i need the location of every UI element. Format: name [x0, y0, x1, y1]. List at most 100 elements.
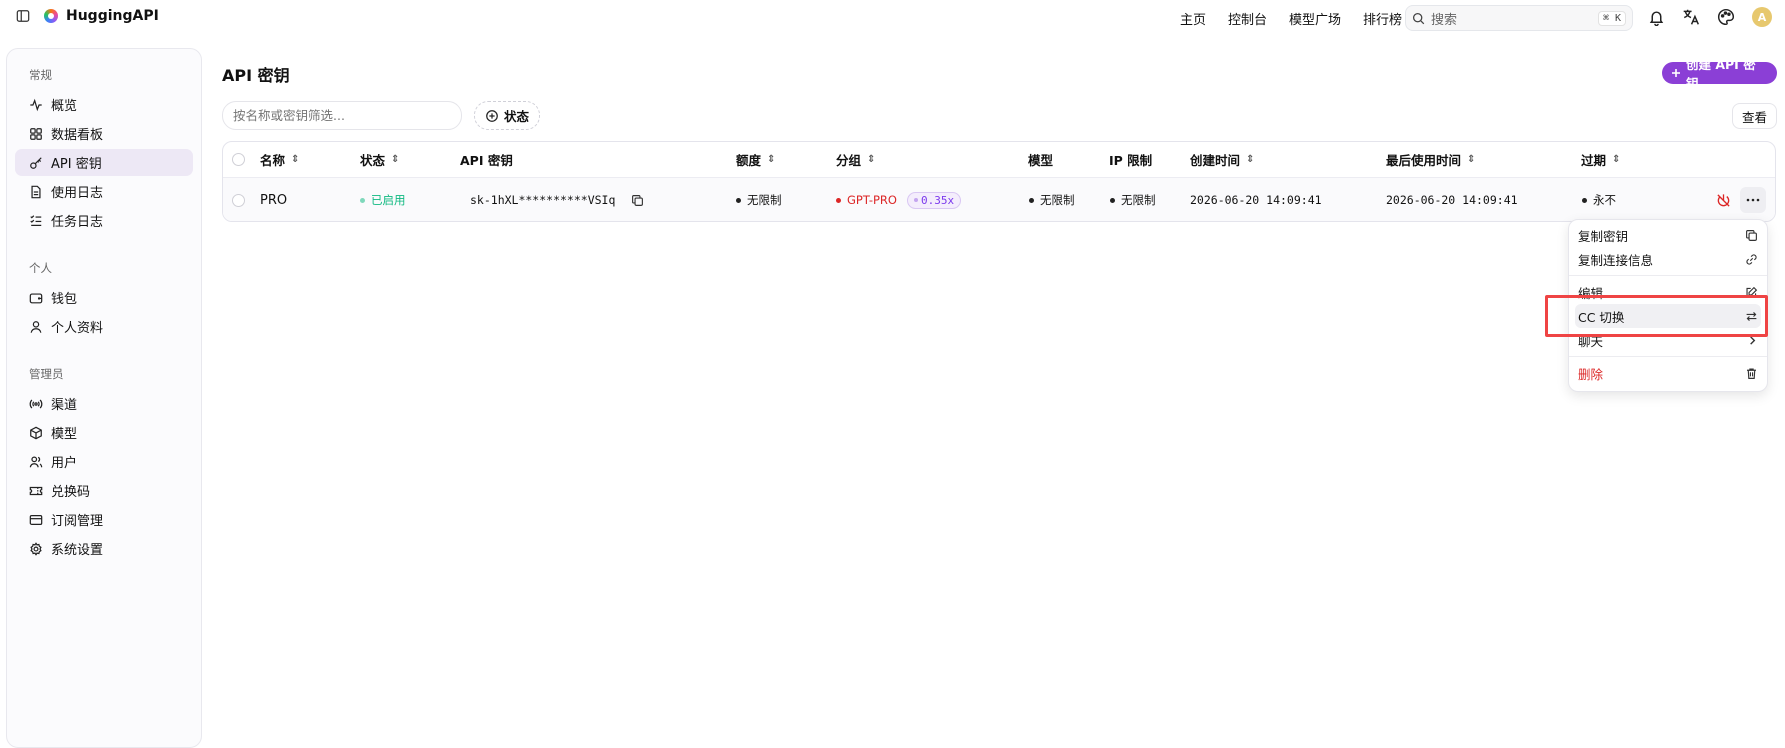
column-header-expires[interactable]: 过期 ⇕: [1581, 142, 1620, 177]
menu-item-label: CC 切换: [1578, 309, 1625, 325]
model-cell: 无限制: [1029, 178, 1075, 221]
sidebar-item-wallet[interactable]: 钱包: [15, 284, 193, 311]
search-placeholder: 搜索: [1431, 12, 1458, 28]
status-dot: [360, 197, 365, 203]
log-icon: [29, 185, 43, 199]
bell-icon[interactable]: [1648, 9, 1665, 26]
row-checkbox[interactable]: [232, 193, 245, 207]
avatar[interactable]: A: [1752, 7, 1772, 27]
ratio-dot: [913, 198, 918, 202]
menu-item-chat[interactable]: 聊天: [1575, 328, 1761, 352]
sort-icon: ⇕: [1467, 154, 1476, 165]
group-dot: [836, 197, 841, 203]
sidebar-item-models[interactable]: 模型: [15, 419, 193, 446]
menu-item-label: 编辑: [1578, 285, 1604, 301]
ticket-icon: [29, 484, 43, 498]
table-header: 名称 ⇕ 状态 ⇕ API 密钥 额度 ⇕ 分组 ⇕ 模型 IP 限制 创建时间 ⇕ 最后…: [223, 142, 1775, 178]
menu-divider: [1569, 275, 1767, 276]
column-header-group[interactable]: 分组 ⇕: [836, 142, 875, 177]
nav-home[interactable]: 主页: [1180, 9, 1206, 28]
created-time: 2026-06-20 14:09:41: [1190, 193, 1322, 207]
sidebar-group-label: 常规: [29, 68, 52, 82]
ratio-badge: 0.35x: [906, 191, 962, 209]
column-label: 名称: [260, 153, 286, 168]
menu-item-delete[interactable]: 删除: [1575, 361, 1761, 385]
view-button[interactable]: 查看: [1732, 103, 1777, 129]
sidebar-item-overview[interactable]: 概览: [15, 91, 193, 118]
plus-circle-icon: [485, 109, 499, 123]
translate-icon[interactable]: [1682, 8, 1700, 26]
sidebar-item-label: API 密钥: [51, 157, 102, 172]
sidebar-item-dashboard[interactable]: 数据看板: [15, 120, 193, 147]
sidebar-item-profile[interactable]: 个人资料: [15, 313, 193, 340]
column-header-created[interactable]: 创建时间 ⇕: [1190, 142, 1254, 177]
column-header-api-key: API 密钥: [460, 142, 513, 177]
sidebar-toggle-icon[interactable]: [16, 9, 30, 23]
quota-cell: 无限制: [736, 178, 782, 221]
users-icon: [29, 455, 43, 469]
search-box[interactable]: 搜索 ⌘ K: [1405, 5, 1633, 31]
nav-console[interactable]: 控制台: [1228, 9, 1267, 28]
app-name: HuggingAPI: [66, 8, 159, 24]
sidebar-item-task-logs[interactable]: 任务日志: [15, 207, 193, 234]
api-key-value: sk-1hXL**********VSIq: [470, 193, 616, 207]
top-bar: HuggingAPI 主页 控制台 模型广场 排行榜 搜索 ⌘ K A: [0, 0, 1785, 36]
menu-item-cc-switch[interactable]: CC 切换: [1575, 304, 1761, 328]
status-filter-button[interactable]: 状态: [474, 101, 541, 130]
activity-icon: [29, 98, 43, 112]
app-logo[interactable]: HuggingAPI: [44, 8, 159, 24]
sidebar-item-channels[interactable]: 渠道: [15, 390, 193, 417]
menu-item-copy-key[interactable]: 复制密钥: [1575, 223, 1761, 247]
plus-icon: [1671, 68, 1681, 78]
column-header-last-used[interactable]: 最后使用时间 ⇕: [1386, 142, 1475, 177]
column-label: 创建时间: [1190, 153, 1241, 168]
column-header-name[interactable]: 名称 ⇕: [260, 142, 299, 177]
sort-icon: ⇕: [1612, 154, 1621, 165]
sidebar-item-label: 兑换码: [51, 485, 91, 500]
menu-item-copy-connection[interactable]: 复制连接信息: [1575, 247, 1761, 271]
column-label: 模型: [1028, 153, 1054, 168]
expires-cell: 永不: [1582, 178, 1616, 221]
sidebar-item-subscriptions[interactable]: 订阅管理: [15, 506, 193, 533]
table-row[interactable]: PRO 已启用 sk-1hXL**********VSIq 无限制 GPT-PR…: [223, 178, 1775, 221]
broadcast-icon: [29, 397, 43, 411]
search-icon: [1412, 12, 1425, 25]
menu-item-label: 复制连接信息: [1578, 252, 1654, 268]
user-icon: [29, 320, 43, 334]
column-label: 过期: [1581, 153, 1607, 168]
quota-value: 无限制: [747, 193, 782, 207]
disable-key-icon[interactable]: [1716, 178, 1731, 221]
create-api-key-label: 创建 API 密钥: [1686, 57, 1756, 91]
sidebar-item-usage-logs[interactable]: 使用日志: [15, 178, 193, 205]
menu-item-label: 复制密钥: [1578, 228, 1629, 244]
sort-icon: ⇕: [291, 154, 300, 165]
column-label: IP 限制: [1109, 153, 1153, 168]
sidebar-item-api-keys[interactable]: API 密钥: [15, 149, 193, 176]
cube-icon: [29, 426, 43, 440]
status-badge: 已启用: [360, 178, 406, 221]
create-api-key-button[interactable]: 创建 API 密钥: [1662, 57, 1777, 91]
sidebar-item-users[interactable]: 用户: [15, 448, 193, 475]
nav-leaderboard[interactable]: 排行榜: [1363, 9, 1402, 28]
link-icon: [1745, 253, 1758, 266]
edit-icon: [1745, 286, 1758, 299]
last-used-time: 2026-06-20 14:09:41: [1386, 193, 1518, 207]
filter-input[interactable]: [222, 101, 462, 130]
menu-item-label: 聊天: [1578, 333, 1604, 349]
more-actions-button[interactable]: [1740, 187, 1766, 213]
sidebar-item-system-settings[interactable]: 系统设置: [15, 535, 193, 562]
sort-icon: ⇕: [391, 154, 400, 165]
sidebar-item-label: 个人资料: [51, 321, 104, 336]
key-name: PRO: [260, 192, 288, 208]
palette-icon[interactable]: [1717, 8, 1735, 26]
menu-item-edit[interactable]: 编辑: [1575, 280, 1761, 304]
sidebar-item-redeem-codes[interactable]: 兑换码: [15, 477, 193, 504]
select-all-checkbox[interactable]: [232, 153, 245, 166]
sort-icon: ⇕: [867, 154, 876, 165]
column-header-quota[interactable]: 额度 ⇕: [736, 142, 775, 177]
column-header-status[interactable]: 状态 ⇕: [360, 142, 399, 177]
sidebar-item-label: 概览: [51, 99, 78, 114]
nav-model-square[interactable]: 模型广场: [1289, 9, 1341, 28]
copy-icon[interactable]: [631, 194, 644, 207]
column-label: 额度: [736, 153, 762, 168]
